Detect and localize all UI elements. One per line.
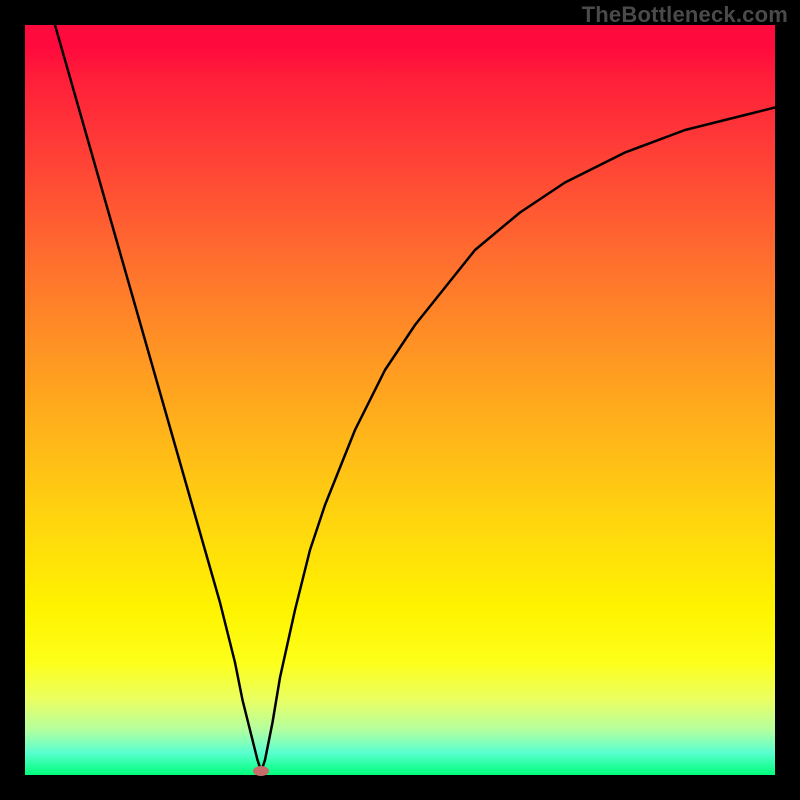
watermark-text: TheBottleneck.com bbox=[582, 2, 788, 28]
bottleneck-curve bbox=[25, 25, 775, 775]
plot-area bbox=[25, 25, 775, 775]
chart-frame: TheBottleneck.com bbox=[0, 0, 800, 800]
optimal-point-marker bbox=[253, 766, 269, 776]
